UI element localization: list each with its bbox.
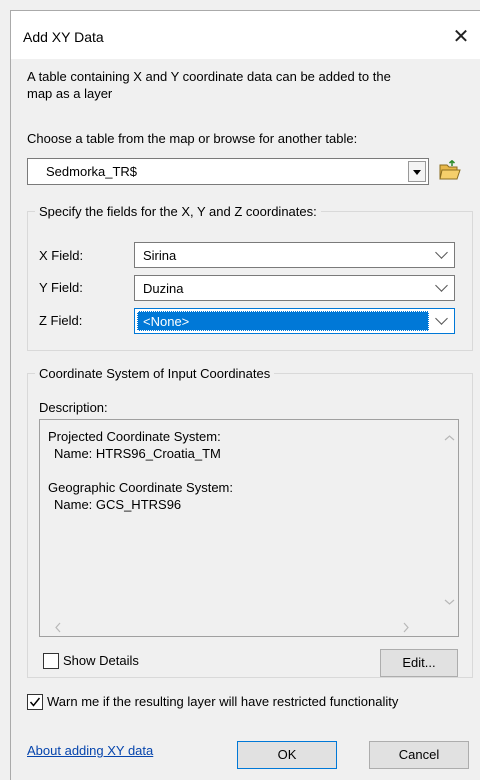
about-xy-data-link[interactable]: About adding XY data xyxy=(27,743,153,758)
dialog-title: Add XY Data xyxy=(23,29,104,45)
cancel-button[interactable]: Cancel xyxy=(369,741,469,769)
intro-line-1: A table containing X and Y coordinate da… xyxy=(27,69,391,84)
scroll-left-icon[interactable] xyxy=(54,622,62,633)
intro-text: A table containing X and Y coordinate da… xyxy=(27,68,467,102)
description-label: Description: xyxy=(39,400,108,415)
horizontal-scrollbar[interactable] xyxy=(40,619,441,636)
y-field-select[interactable]: Duzina xyxy=(134,275,455,301)
chevron-down-icon xyxy=(435,279,448,292)
y-field-value: Duzina xyxy=(143,281,184,296)
show-details-label: Show Details xyxy=(63,653,139,668)
x-field-label: X Field: xyxy=(39,248,84,263)
add-xy-data-dialog: Add XY Data ✕ A table containing X and Y… xyxy=(10,10,480,780)
geographic-title: Geographic Coordinate System: xyxy=(48,480,233,495)
table-select-value: Sedmorka_TR$ xyxy=(46,164,138,179)
description-box[interactable]: Projected Coordinate System: Name: HTRS9… xyxy=(39,419,459,637)
fields-group-legend: Specify the fields for the X, Y and Z co… xyxy=(35,204,321,219)
warn-label: Warn me if the resulting layer will have… xyxy=(47,694,399,709)
scroll-down-icon[interactable] xyxy=(444,598,455,606)
description-text: Projected Coordinate System: Name: HTRS9… xyxy=(48,428,233,513)
intro-line-2: map as a layer xyxy=(27,86,113,101)
table-dropdown-button[interactable] xyxy=(408,161,426,182)
coordinate-system-legend: Coordinate System of Input Coordinates xyxy=(35,366,275,381)
x-field-select[interactable]: Sirina xyxy=(134,242,455,268)
z-field-select[interactable]: <None> xyxy=(134,308,455,334)
title-bar: Add XY Data ✕ xyxy=(11,11,480,59)
chevron-down-icon xyxy=(435,312,448,325)
chevron-down-icon xyxy=(435,246,448,259)
open-folder-icon xyxy=(439,159,461,180)
browse-folder-button[interactable] xyxy=(438,159,462,182)
table-select[interactable]: Sedmorka_TR$ xyxy=(27,158,429,185)
projected-title: Projected Coordinate System: xyxy=(48,429,221,444)
edit-button[interactable]: Edit... xyxy=(380,649,458,677)
ok-button[interactable]: OK xyxy=(237,741,337,769)
y-field-label: Y Field: xyxy=(39,280,83,295)
triangle-down-icon xyxy=(413,170,421,175)
projected-name: Name: HTRS96_Croatia_TM xyxy=(54,446,221,461)
geographic-name: Name: GCS_HTRS96 xyxy=(54,497,182,512)
scroll-up-icon[interactable] xyxy=(444,434,455,442)
close-icon[interactable]: ✕ xyxy=(447,23,475,51)
vertical-scrollbar[interactable] xyxy=(441,420,458,619)
checkmark-icon xyxy=(29,697,41,707)
z-field-label: Z Field: xyxy=(39,313,83,328)
scroll-right-icon[interactable] xyxy=(402,622,410,633)
table-prompt: Choose a table from the map or browse fo… xyxy=(27,131,358,146)
x-field-value: Sirina xyxy=(143,248,177,263)
show-details-checkbox[interactable] xyxy=(43,653,59,669)
warn-checkbox[interactable] xyxy=(27,694,43,710)
z-field-value: <None> xyxy=(143,314,190,329)
